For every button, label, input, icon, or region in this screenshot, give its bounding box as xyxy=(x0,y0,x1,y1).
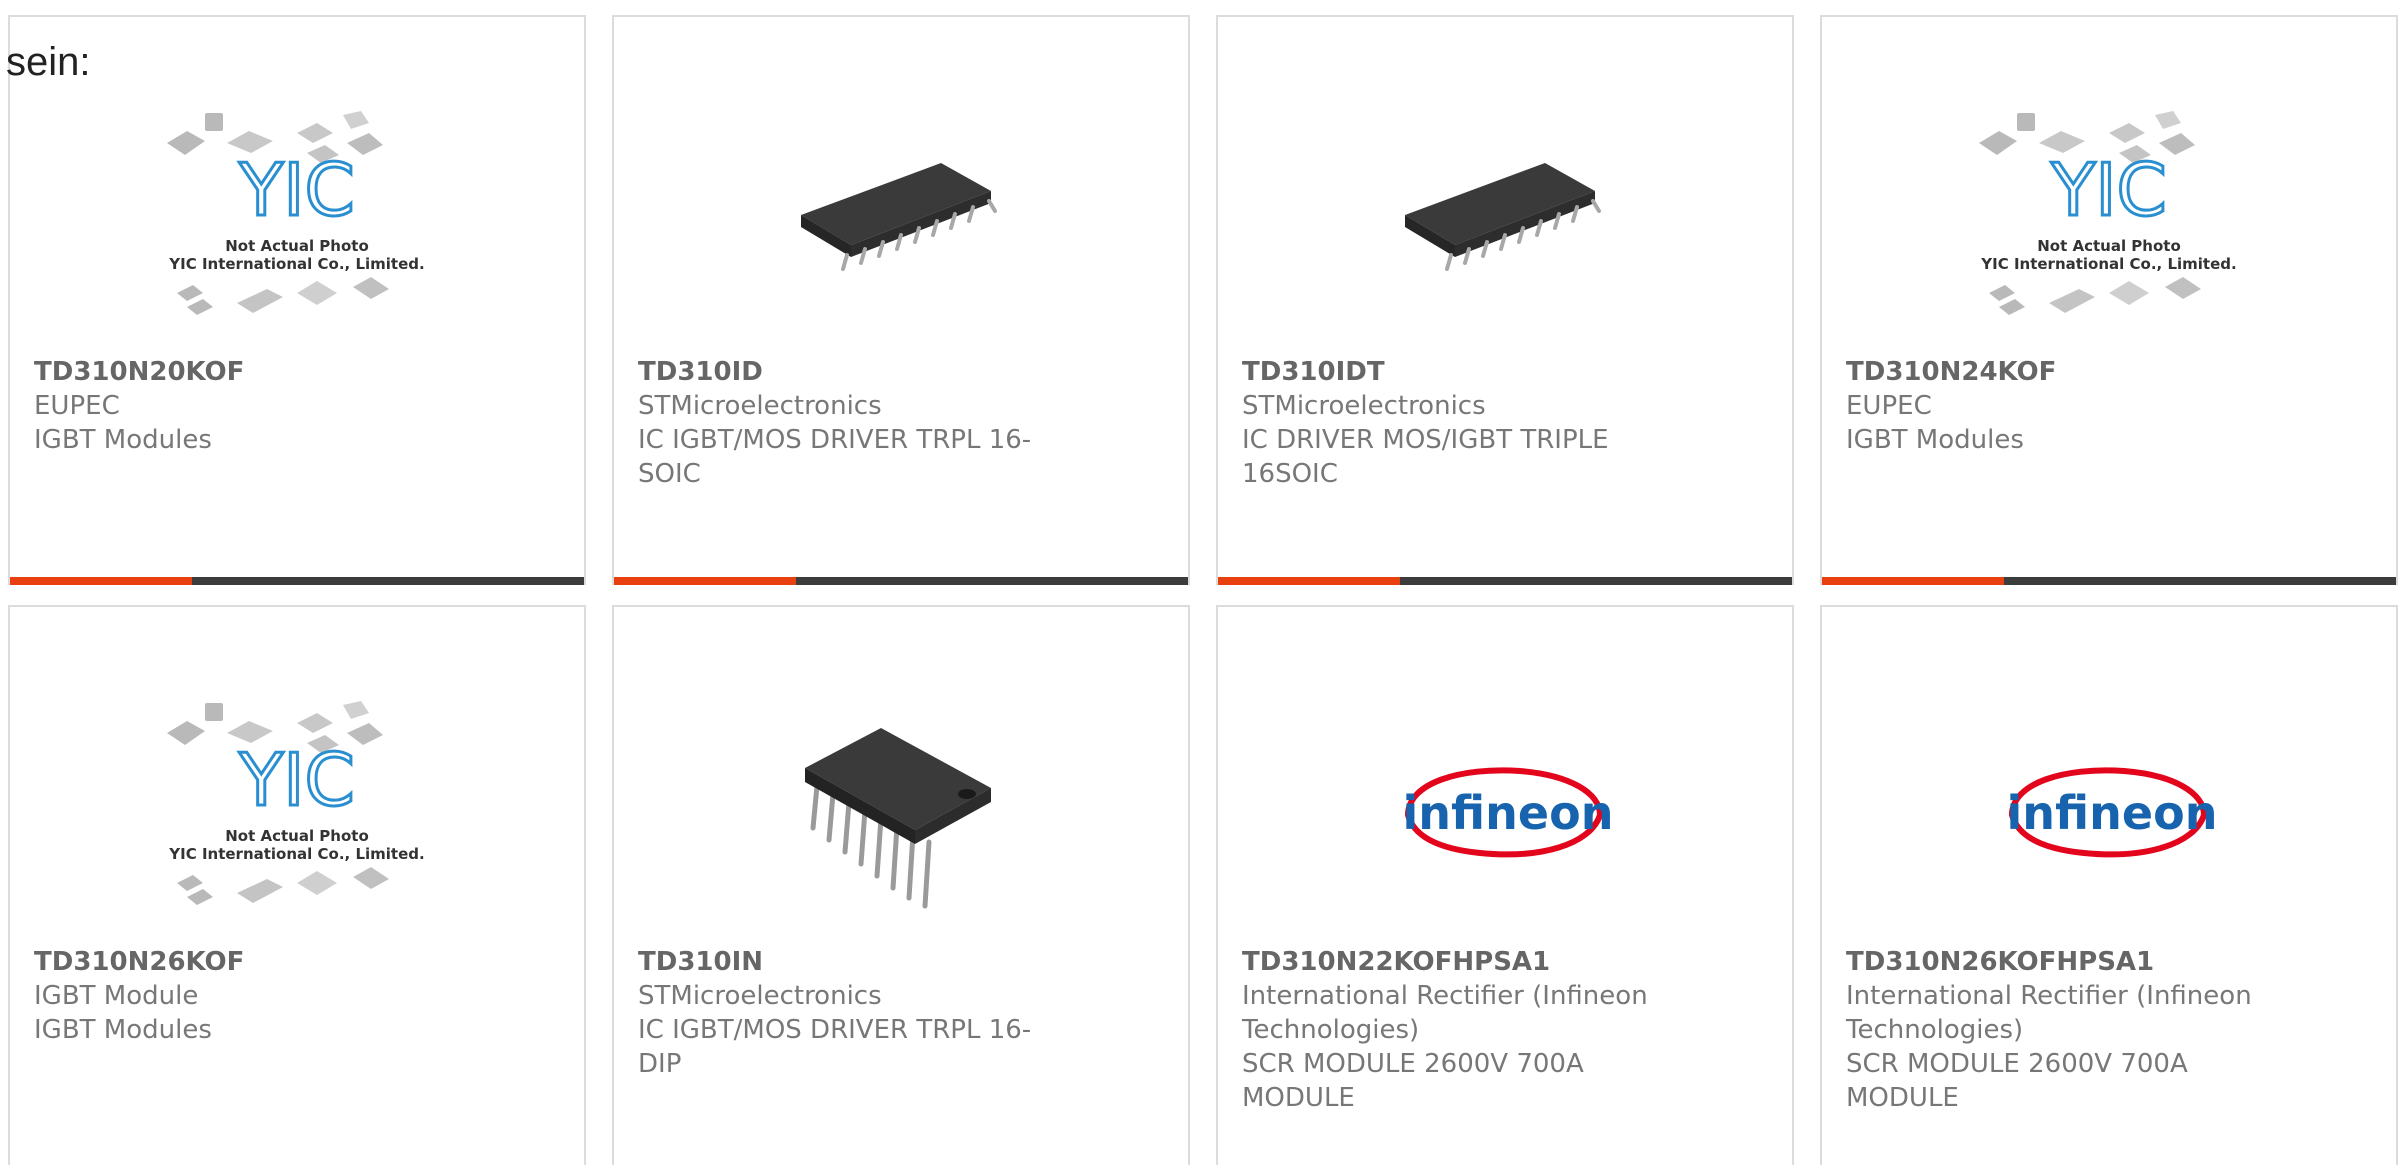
product-image[interactable]: infineon xyxy=(1822,682,2396,944)
placeholder-line-1: Not Actual Photo xyxy=(225,827,369,845)
soic-chip-image xyxy=(1405,163,1601,271)
svg-text:YIC: YIC xyxy=(238,148,355,232)
product-image[interactable]: YIC Not Actual Photo YIC International C… xyxy=(10,92,584,354)
dip-chip-image xyxy=(805,728,991,909)
part-number[interactable]: TD310N24KOF xyxy=(1846,355,2266,389)
placeholder-line-1: Not Actual Photo xyxy=(2037,237,2181,255)
product-info: TD310N26KOFHPSA1 International Rectifier… xyxy=(1846,945,2266,1115)
product-card[interactable]: infineon TD310N26KOFHPSA1 International … xyxy=(1820,605,2398,1165)
part-number[interactable]: TD310ID xyxy=(638,355,1058,389)
yic-placeholder-image: YIC Not Actual Photo YIC International C… xyxy=(167,111,425,315)
infineon-logo-text: infineon xyxy=(1403,786,1614,840)
product-info: TD310N26KOF IGBT Module IGBT Modules xyxy=(34,945,454,1047)
product-card[interactable]: YIC Not Actual Photo YIC International C… xyxy=(1820,15,2398,585)
manufacturer: STMicroelectronics xyxy=(638,391,882,421)
product-image[interactable] xyxy=(614,682,1188,944)
yic-placeholder-image: YIC Not Actual Photo YIC International C… xyxy=(167,701,425,905)
product-image[interactable] xyxy=(614,92,1188,354)
product-card[interactable]: YIC Not Actual Photo YIC International C… xyxy=(8,15,586,585)
description: SCR MODULE 2600V 700A MODULE xyxy=(1846,1049,2188,1113)
card-footer-bar xyxy=(10,577,584,585)
svg-text:YIC: YIC xyxy=(2050,148,2167,232)
product-info: TD310N22KOFHPSA1 International Rectifier… xyxy=(1242,945,1662,1115)
description: IGBT Modules xyxy=(34,425,212,455)
part-number[interactable]: TD310IDT xyxy=(1242,355,1662,389)
product-info: TD310IN STMicroelectronics IC IGBT/MOS D… xyxy=(638,945,1058,1081)
part-number[interactable]: TD310N20KOF xyxy=(34,355,454,389)
product-info: TD310ID STMicroelectronics IC IGBT/MOS D… xyxy=(638,355,1058,491)
description: IGBT Modules xyxy=(1846,425,2024,455)
part-number[interactable]: TD310N26KOF xyxy=(34,945,454,979)
product-info: TD310N24KOF EUPEC IGBT Modules xyxy=(1846,355,2266,457)
description: SCR MODULE 2600V 700A MODULE xyxy=(1242,1049,1584,1113)
part-number[interactable]: TD310N22KOFHPSA1 xyxy=(1242,945,1662,979)
intro-text: sein: xyxy=(6,40,91,84)
product-card[interactable]: YIC Not Actual Photo YIC International C… xyxy=(8,605,586,1165)
product-image[interactable]: YIC Not Actual Photo YIC International C… xyxy=(1822,92,2396,354)
description: IC IGBT/MOS DRIVER TRPL 16-DIP xyxy=(638,1015,1032,1079)
description: IGBT Modules xyxy=(34,1015,212,1045)
product-listing-page: sein: YIC Not Actual Photo YIC Internati… xyxy=(0,0,2400,1167)
manufacturer: International Rectifier (Infineon Techno… xyxy=(1242,981,1648,1045)
card-footer-bar xyxy=(1218,577,1792,585)
description: IC DRIVER MOS/IGBT TRIPLE 16SOIC xyxy=(1242,425,1609,489)
product-info: TD310IDT STMicroelectronics IC DRIVER MO… xyxy=(1242,355,1662,491)
svg-text:YIC: YIC xyxy=(238,738,355,822)
part-number[interactable]: TD310IN xyxy=(638,945,1058,979)
manufacturer: STMicroelectronics xyxy=(638,981,882,1011)
soic-chip-image xyxy=(801,163,997,271)
description: IC IGBT/MOS DRIVER TRPL 16-SOIC xyxy=(638,425,1032,489)
placeholder-line-2: YIC International Co., Limited. xyxy=(1980,255,2236,273)
product-grid: YIC Not Actual Photo YIC International C… xyxy=(8,15,2398,1165)
manufacturer: EUPEC xyxy=(34,391,120,421)
product-card[interactable]: TD310IDT STMicroelectronics IC DRIVER MO… xyxy=(1216,15,1794,585)
placeholder-line-2: YIC International Co., Limited. xyxy=(168,255,424,273)
product-image[interactable]: infineon xyxy=(1218,682,1792,944)
card-footer-bar xyxy=(614,577,1188,585)
manufacturer: STMicroelectronics xyxy=(1242,391,1486,421)
yic-placeholder-image: YIC Not Actual Photo YIC International C… xyxy=(1979,111,2237,315)
product-card[interactable]: TD310ID STMicroelectronics IC IGBT/MOS D… xyxy=(612,15,1190,585)
placeholder-line-2: YIC International Co., Limited. xyxy=(168,845,424,863)
product-info: TD310N20KOF EUPEC IGBT Modules xyxy=(34,355,454,457)
placeholder-line-1: Not Actual Photo xyxy=(225,237,369,255)
product-card[interactable]: TD310IN STMicroelectronics IC IGBT/MOS D… xyxy=(612,605,1190,1165)
card-footer-bar xyxy=(1822,577,2396,585)
manufacturer: International Rectifier (Infineon Techno… xyxy=(1846,981,2252,1045)
product-image[interactable]: YIC Not Actual Photo YIC International C… xyxy=(10,682,584,944)
manufacturer: IGBT Module xyxy=(34,981,199,1011)
product-image[interactable] xyxy=(1218,92,1792,354)
infineon-logo-image: infineon xyxy=(2007,767,2218,858)
part-number[interactable]: TD310N26KOFHPSA1 xyxy=(1846,945,2266,979)
product-card[interactable]: infineon TD310N22KOFHPSA1 International … xyxy=(1216,605,1794,1165)
manufacturer: EUPEC xyxy=(1846,391,1932,421)
infineon-logo-text: infineon xyxy=(2007,786,2218,840)
infineon-logo-image: infineon xyxy=(1403,767,1614,858)
